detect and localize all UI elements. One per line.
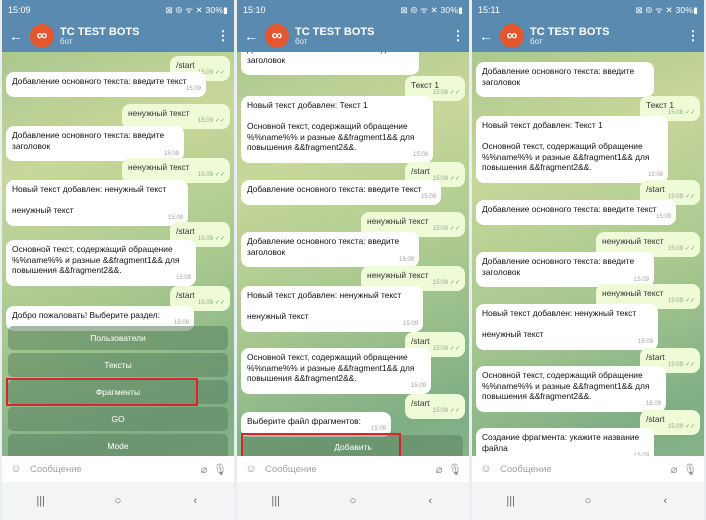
mic-icon[interactable]: 🎙 (682, 463, 698, 476)
message-bubble: ненужный текст 15:09 ✓✓ (122, 158, 230, 183)
keyboard-button-users[interactable]: Пользователи (8, 326, 228, 350)
message-bubble: Новый текст добавлен: ненужный текст нен… (241, 286, 423, 332)
status-bar: 15:10 ⊠ ⦾ ᯤ ✕ 30%▮ (237, 0, 469, 20)
mic-icon[interactable]: 🎙 (212, 463, 228, 476)
bot-avatar[interactable] (265, 24, 289, 48)
message-bubble: Основной текст, содержащий обращение %%n… (476, 366, 666, 412)
system-navbar: ||| ○ ‹ (237, 482, 469, 520)
system-navbar: ||| ○ ‹ (2, 482, 234, 520)
home-icon[interactable]: ○ (578, 495, 598, 507)
message-bubble: Основной текст, содержащий обращение %%n… (241, 348, 431, 394)
bot-avatar[interactable] (30, 24, 54, 48)
status-icons: ⊠ ⦾ ᯤ ✕ 30%▮ (635, 4, 698, 15)
chat-title: TC TEST BOTS (530, 25, 610, 38)
keyboard-button-go[interactable]: GO (8, 407, 228, 431)
composer: ☺ Сообщение ⌀ 🎙 (237, 456, 469, 482)
chat-subtitle: бот (295, 36, 308, 46)
recent-apps-icon[interactable]: ||| (266, 495, 286, 507)
message-bubble: Новый текст добавлен: ненужный текст нен… (6, 180, 188, 226)
attach-icon[interactable]: ⌀ (666, 463, 682, 476)
composer: ☺ Сообщение ⌀ 🎙 (472, 456, 704, 482)
chat-title: TC TEST BOTS (295, 25, 375, 38)
chat-header: ← TC TEST BOTSбот ⋮ (2, 20, 234, 52)
message-list: Добавление основного текста: введите заг… (237, 52, 469, 460)
message-bubble: Добавление основного текста: введите заг… (476, 62, 654, 97)
status-bar: 15:09 ⊠ ⦾ ᯤ ✕ 30%▮ (2, 0, 234, 20)
message-bubble: Добавление основного текста: введите тек… (476, 200, 676, 225)
screen-1: 15:09 ⊠ ⦾ ᯤ ✕ 30%▮ ← TC TEST BOTSбот ⋮ /s… (2, 0, 234, 520)
recent-apps-icon[interactable]: ||| (31, 495, 51, 507)
message-bubble: Добавление основного текста: введите тек… (241, 180, 441, 205)
chat-subtitle: бот (530, 36, 543, 46)
status-icons: ⊠ ⦾ ᯤ ✕ 30%▮ (165, 4, 228, 15)
message-bubble: Новый текст добавлен: ненужный текст нен… (476, 304, 658, 350)
message-bubble: Добавление основного текста: введите заг… (241, 232, 419, 267)
back-arrow-icon[interactable]: ← (6, 28, 26, 44)
status-icons: ⊠ ⦾ ᯤ ✕ 30%▮ (400, 4, 463, 15)
more-vert-icon[interactable]: ⋮ (451, 28, 465, 44)
emoji-icon[interactable]: ☺ (8, 463, 24, 475)
message-bubble: Выберите файл фрагментов: 15:09 (241, 412, 391, 437)
message-input[interactable]: Сообщение (265, 464, 431, 475)
keyboard-button-texts[interactable]: Тексты (8, 353, 228, 377)
attach-icon[interactable]: ⌀ (431, 463, 447, 476)
status-bar: 15:11 ⊠ ⦾ ᯤ ✕ 30%▮ (472, 0, 704, 20)
message-bubble: Новый текст добавлен: Текст 1 Основной т… (476, 116, 668, 183)
message-bubble: Добавление основного текста: введите заг… (476, 252, 654, 287)
recent-apps-icon[interactable]: ||| (501, 495, 521, 507)
chat-header: ← TC TEST BOTSбот ⋮ (472, 20, 704, 52)
chat-title: TC TEST BOTS (60, 25, 140, 38)
nav-back-icon[interactable]: ‹ (420, 495, 440, 507)
message-bubble: ненужный текст 15:09 ✓✓ (122, 104, 230, 129)
more-vert-icon[interactable]: ⋮ (686, 28, 700, 44)
message-bubble: Добавление основного текста: введите заг… (6, 126, 184, 161)
back-arrow-icon[interactable]: ← (476, 28, 496, 44)
message-bubble: /start 15:09 ✓✓ (405, 394, 465, 419)
more-vert-icon[interactable]: ⋮ (216, 28, 230, 44)
nav-back-icon[interactable]: ‹ (185, 495, 205, 507)
attach-icon[interactable]: ⌀ (196, 463, 212, 476)
message-list: Добавление основного текста: введите заг… (472, 52, 704, 460)
status-time: 15:10 (243, 5, 266, 15)
message-input[interactable]: Сообщение (30, 464, 196, 475)
status-time: 15:11 (478, 5, 500, 15)
message-bubble: Добавление основного текста: введите тек… (6, 72, 206, 97)
message-bubble: Добавление основного текста: введите заг… (241, 52, 419, 75)
composer: ☺ Сообщение ⌀ 🎙 (2, 456, 234, 482)
message-bubble: Основной текст, содержащий обращение %%n… (6, 240, 196, 286)
home-icon[interactable]: ○ (343, 495, 363, 507)
message-list: /start 15:09 ✓✓ Добавление основного текст… (2, 52, 234, 460)
message-input[interactable]: Сообщение (500, 464, 666, 475)
keyboard-button-mode[interactable]: Mode (8, 434, 228, 458)
mic-icon[interactable]: 🎙 (447, 463, 463, 476)
screen-3: 15:11 ⊠ ⦾ ᯤ ✕ 30%▮ ← TC TEST BOTSбот ⋮ До… (472, 0, 704, 520)
emoji-icon[interactable]: ☺ (478, 463, 494, 475)
bot-avatar[interactable] (500, 24, 524, 48)
screen-2: 15:10 ⊠ ⦾ ᯤ ✕ 30%▮ ← TC TEST BOTSбот ⋮ До… (237, 0, 469, 520)
chat-subtitle: бот (60, 36, 73, 46)
home-icon[interactable]: ○ (108, 495, 128, 507)
message-bubble: Новый текст добавлен: Текст 1 Основной т… (241, 96, 433, 163)
system-navbar: ||| ○ ‹ (472, 482, 704, 520)
back-arrow-icon[interactable]: ← (241, 28, 261, 44)
status-time: 15:09 (8, 5, 31, 15)
keyboard-button-fragments[interactable]: Фрагменты (8, 380, 228, 404)
nav-back-icon[interactable]: ‹ (655, 495, 675, 507)
chat-header: ← TC TEST BOTSбот ⋮ (237, 20, 469, 52)
emoji-icon[interactable]: ☺ (243, 463, 259, 475)
